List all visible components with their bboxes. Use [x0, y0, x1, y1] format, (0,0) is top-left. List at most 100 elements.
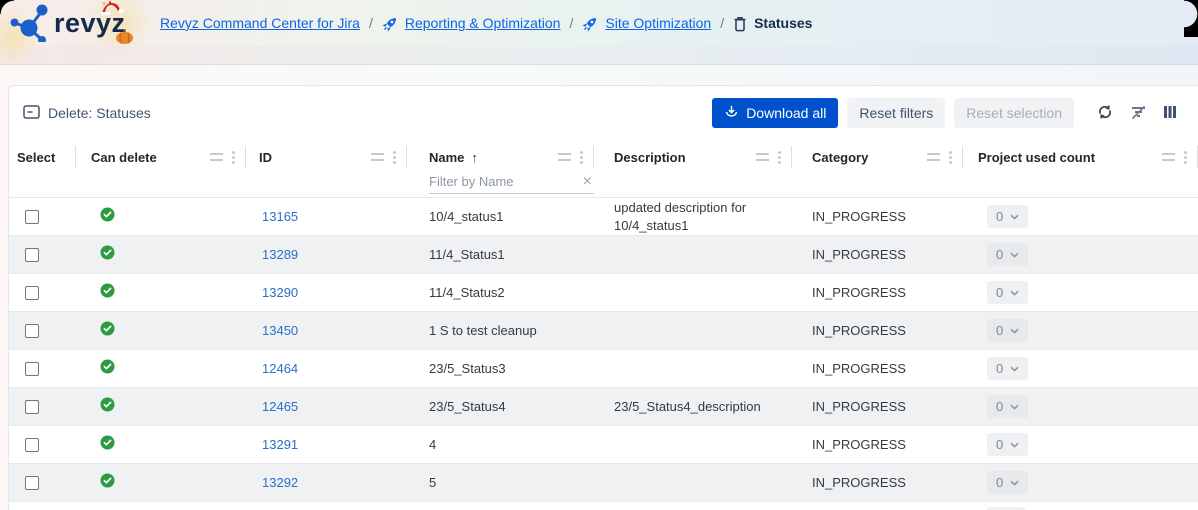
- download-icon: [724, 104, 739, 122]
- row-checkbox[interactable]: [25, 400, 39, 414]
- table-row: 13290 11/4_Status2 IN_PROGRESS 0: [9, 274, 1198, 312]
- column-resize-handle-icon[interactable]: [1162, 153, 1175, 161]
- row-id-link[interactable]: 12465: [262, 399, 298, 414]
- row-checkbox[interactable]: [25, 286, 39, 300]
- panel-toolbar: Delete: Statuses Download all Reset filt…: [9, 86, 1198, 140]
- column-label: Can delete: [91, 150, 157, 165]
- check-circle-icon: [100, 359, 115, 374]
- filter-off-icon: [1129, 103, 1148, 124]
- column-resize-handle-icon[interactable]: [558, 153, 571, 161]
- row-id-link[interactable]: 13165: [262, 209, 298, 224]
- row-id-link[interactable]: 13289: [262, 247, 298, 262]
- table-header-row: Select Can delete ID Name ↑: [9, 140, 1198, 170]
- row-name-cell: 4: [407, 436, 594, 454]
- row-name-cell: 23/5_Status4: [407, 398, 594, 416]
- reset-filters-button[interactable]: Reset filters: [847, 98, 945, 128]
- row-project-count-cell: 0: [963, 471, 1198, 494]
- check-circle-icon: [100, 245, 115, 260]
- row-select-cell: [9, 248, 76, 262]
- row-id-link[interactable]: 13292: [262, 475, 298, 490]
- row-category: IN_PROGRESS: [812, 437, 906, 452]
- refresh-button[interactable]: [1093, 101, 1117, 126]
- chevron-down-icon: [1010, 252, 1019, 258]
- row-id-link[interactable]: 13450: [262, 323, 298, 338]
- column-header-name[interactable]: Name ↑: [407, 145, 594, 169]
- chevron-down-icon: [1010, 480, 1019, 486]
- row-description: 23/5_Status4_description: [614, 399, 761, 414]
- project-count-dropdown[interactable]: 0: [987, 357, 1028, 380]
- column-header-project-used-count[interactable]: Project used count: [963, 145, 1198, 169]
- clear-name-filter-icon[interactable]: ×: [581, 174, 594, 190]
- reset-selection-button[interactable]: Reset selection: [954, 98, 1074, 128]
- column-header-select: Select: [9, 145, 76, 169]
- app-window: revyz Revyz Command Center for Jira: [0, 0, 1198, 510]
- panel-title-group: Delete: Statuses: [23, 105, 151, 122]
- row-category: IN_PROGRESS: [812, 475, 906, 490]
- column-header-id[interactable]: ID: [246, 145, 407, 169]
- row-category-cell: IN_PROGRESS: [792, 246, 963, 264]
- project-count-value: 0: [996, 437, 1003, 452]
- column-resize-handle-icon[interactable]: [927, 153, 940, 161]
- sort-ascending-icon[interactable]: ↑: [471, 150, 478, 165]
- row-id-link[interactable]: 13291: [262, 437, 298, 452]
- row-description: updated description for 10/4_status1: [614, 200, 746, 233]
- santa-hat-icon: [98, 1, 124, 21]
- row-category: IN_PROGRESS: [812, 399, 906, 414]
- column-resize-handle-icon[interactable]: [756, 153, 769, 161]
- check-circle-icon: [100, 207, 115, 222]
- row-checkbox[interactable]: [25, 324, 39, 338]
- column-menu-icon[interactable]: [1184, 151, 1187, 164]
- column-header-can-delete[interactable]: Can delete: [76, 145, 246, 169]
- column-menu-icon[interactable]: [778, 151, 781, 164]
- table-row: 13291 4 IN_PROGRESS 0: [9, 426, 1198, 464]
- project-count-value: 0: [996, 209, 1003, 224]
- column-menu-icon[interactable]: [232, 151, 235, 164]
- column-header-category[interactable]: Category: [792, 145, 963, 169]
- column-label: Category: [812, 150, 868, 165]
- row-category-cell: IN_PROGRESS: [792, 398, 963, 416]
- breadcrumb-current-statuses: Statuses: [754, 15, 812, 31]
- breadcrumb-link-reporting-optimization[interactable]: Reporting & Optimization: [405, 15, 561, 31]
- window-icon: [23, 105, 40, 122]
- row-checkbox[interactable]: [25, 248, 39, 262]
- project-count-dropdown[interactable]: 0: [987, 471, 1028, 494]
- clear-filters-icon-button[interactable]: [1126, 101, 1151, 126]
- row-can-delete-cell: [76, 245, 246, 265]
- row-name: 23/5_Status4: [429, 399, 506, 414]
- project-count-dropdown[interactable]: 0: [987, 205, 1028, 228]
- column-header-description[interactable]: Description: [594, 145, 792, 169]
- download-all-button[interactable]: Download all: [712, 98, 838, 128]
- project-count-value: 0: [996, 399, 1003, 414]
- project-count-dropdown[interactable]: 0: [987, 281, 1028, 304]
- row-checkbox[interactable]: [25, 210, 39, 224]
- row-id-link[interactable]: 12464: [262, 361, 298, 376]
- columns-settings-button[interactable]: [1160, 103, 1182, 124]
- column-menu-icon[interactable]: [949, 151, 952, 164]
- row-name-cell: 1 S to test cleanup: [407, 322, 594, 340]
- row-id-cell: 13292: [246, 474, 407, 492]
- table-filter-row: ×: [9, 170, 1198, 198]
- row-name-cell: 23/5_Status3: [407, 360, 594, 378]
- row-category: IN_PROGRESS: [812, 285, 906, 300]
- row-checkbox[interactable]: [25, 438, 39, 452]
- row-checkbox[interactable]: [25, 362, 39, 376]
- revyz-logo[interactable]: revyz: [0, 0, 160, 47]
- name-filter-input[interactable]: [429, 174, 581, 189]
- row-category-cell: IN_PROGRESS: [792, 284, 963, 302]
- breadcrumb-separator: /: [560, 15, 582, 31]
- column-menu-icon[interactable]: [393, 151, 396, 164]
- row-checkbox[interactable]: [25, 476, 39, 490]
- row-category-cell: IN_PROGRESS: [792, 474, 963, 492]
- column-resize-handle-icon[interactable]: [371, 153, 384, 161]
- row-id-link[interactable]: 13290: [262, 285, 298, 300]
- project-count-dropdown[interactable]: 0: [987, 433, 1028, 456]
- column-menu-icon[interactable]: [580, 151, 583, 164]
- column-resize-handle-icon[interactable]: [210, 153, 223, 161]
- breadcrumb-link-site-optimization[interactable]: Site Optimization: [605, 15, 711, 31]
- project-count-dropdown[interactable]: 0: [987, 243, 1028, 266]
- project-count-dropdown[interactable]: 0: [987, 319, 1028, 342]
- row-can-delete-cell: [76, 397, 246, 417]
- breadcrumb-link-command-center[interactable]: Revyz Command Center for Jira: [160, 15, 360, 31]
- row-category: IN_PROGRESS: [812, 361, 906, 376]
- project-count-dropdown[interactable]: 0: [987, 395, 1028, 418]
